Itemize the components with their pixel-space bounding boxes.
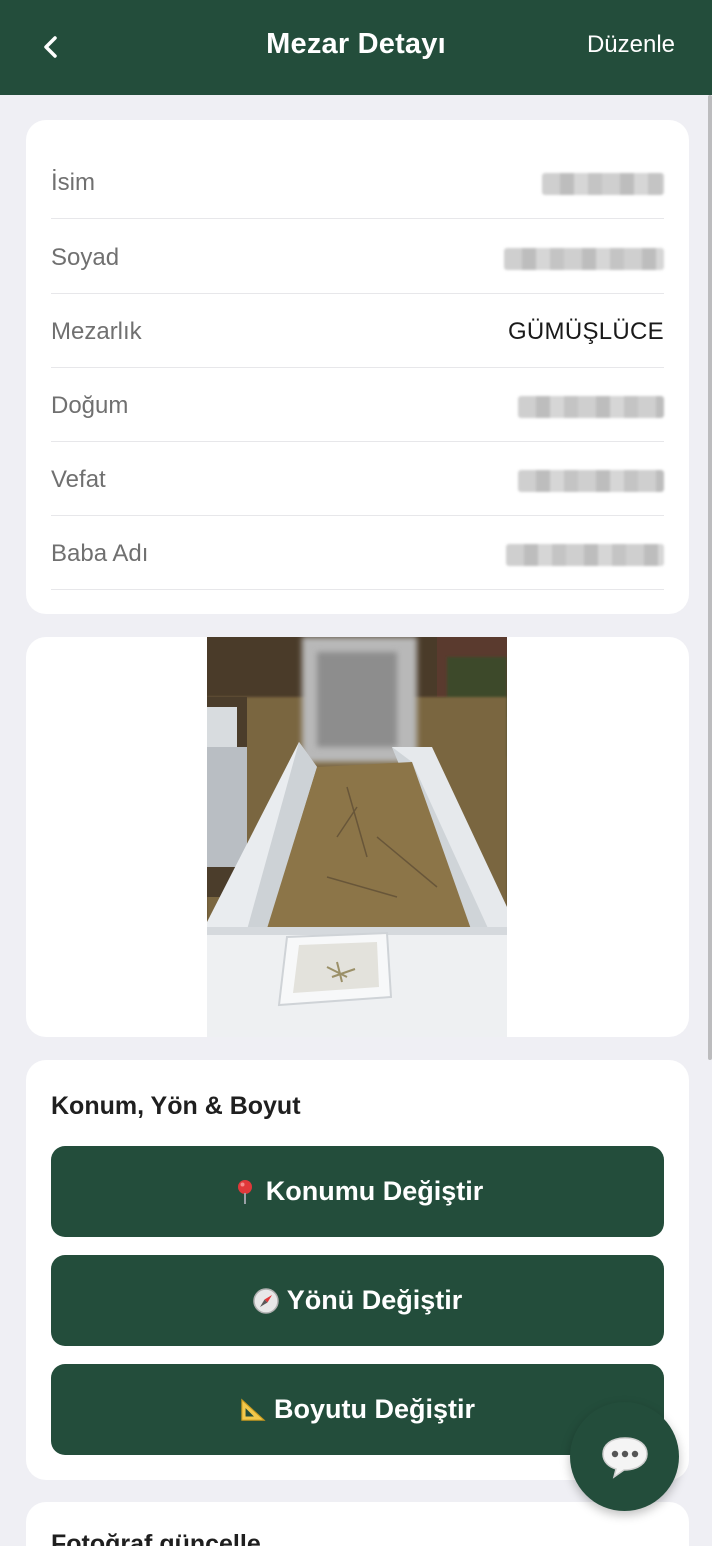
app-header: Mezar Detayı Düzenle: [0, 0, 712, 95]
change-direction-label: Yönü Değiştir: [286, 1285, 463, 1315]
chat-bubble-icon: [601, 1436, 648, 1479]
surname-label: Soyad: [51, 244, 120, 271]
info-row-cemetery: Mezarlık GÜMÜŞLÜCE: [51, 294, 664, 368]
change-location-button[interactable]: Konumu Değiştir: [51, 1146, 664, 1237]
name-value-redacted: [542, 173, 664, 195]
info-row-birth: Doğum: [51, 368, 664, 442]
grave-photo[interactable]: [207, 637, 507, 1037]
scrollbar[interactable]: [708, 95, 712, 1060]
info-row-father: Baba Adı: [51, 516, 664, 590]
pin-icon: [232, 1179, 258, 1205]
father-name-value-redacted: [506, 544, 664, 566]
triangle-ruler-icon: [240, 1397, 266, 1423]
father-name-label: Baba Adı: [51, 540, 149, 567]
info-row-death: Vefat: [51, 442, 664, 516]
info-row-surname: Soyad: [51, 220, 664, 294]
update-photo-card: Fotoğraf güncelle: [26, 1502, 689, 1546]
surname-value-redacted: [504, 248, 664, 270]
cemetery-label: Mezarlık: [51, 318, 142, 345]
grave-photo-image: [207, 637, 507, 1037]
death-label: Vefat: [51, 466, 106, 493]
birth-value-redacted: [518, 396, 664, 418]
change-location-label: Konumu Değiştir: [265, 1176, 484, 1206]
compass-icon: [252, 1287, 279, 1314]
death-value-redacted: [518, 470, 664, 492]
name-label: İsim: [51, 169, 95, 196]
change-size-label: Boyutu Değiştir: [273, 1394, 475, 1424]
section-title: Konum, Yön & Boyut: [51, 1092, 301, 1120]
update-photo-title: Fotoğraf güncelle: [51, 1530, 261, 1546]
edit-button[interactable]: Düzenle: [587, 31, 675, 59]
chat-button[interactable]: [570, 1402, 679, 1511]
info-row-name: İsim: [51, 145, 664, 219]
grave-info-card: İsim Soyad Mezarlık GÜMÜŞLÜCE Doğum Vefa…: [26, 120, 689, 614]
change-direction-button[interactable]: Yönü Değiştir: [51, 1255, 664, 1346]
birth-label: Doğum: [51, 392, 129, 419]
grave-photo-card: [26, 637, 689, 1037]
cemetery-value: GÜMÜŞLÜCE: [507, 318, 664, 345]
